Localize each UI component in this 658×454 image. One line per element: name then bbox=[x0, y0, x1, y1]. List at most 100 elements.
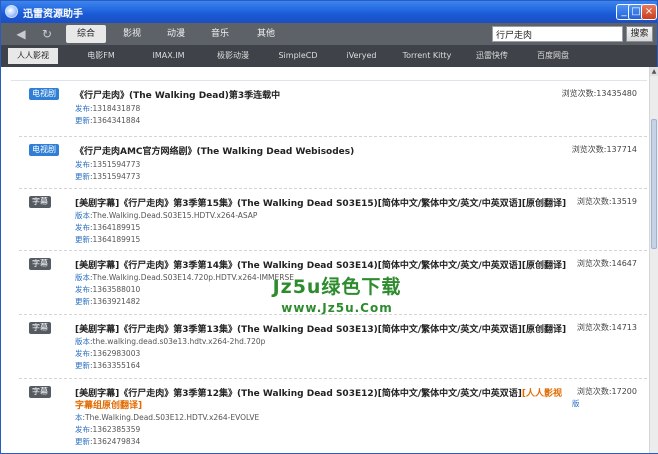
view-count: 浏览次数:13435480 bbox=[561, 89, 637, 98]
tab-movies[interactable]: 影视 bbox=[112, 25, 152, 43]
update-label: 更新 bbox=[75, 437, 90, 446]
version-line: 本:The.Walking.Dead.S03E12.HDTV.x264-EVOL… bbox=[75, 412, 259, 423]
publish-label: 发布 bbox=[75, 285, 90, 294]
publish-value: :1362983003 bbox=[90, 349, 141, 358]
publish-line: 发布:1364189915 bbox=[75, 222, 140, 233]
source-tab-rrys[interactable]: 人人影视 bbox=[8, 48, 58, 64]
item-title[interactable]: 《行尸走肉》(The Walking Dead)第3季连载中 bbox=[75, 88, 280, 101]
results-panel: 电视剧 《行尸走肉》(The Walking Dead)第3季连载中 浏览次数:… bbox=[1, 67, 649, 453]
version-value: :the.walking.dead.s03e13.hdtv.x264-2hd.7… bbox=[90, 337, 266, 346]
item-title-line2: 字幕组原创翻译] bbox=[75, 401, 143, 411]
publish-label: 发布 bbox=[75, 160, 90, 169]
view-count: 浏览次数:14647 bbox=[576, 259, 637, 268]
version-label: 版本 bbox=[75, 337, 90, 346]
update-label: 更新 bbox=[75, 235, 90, 244]
search-button[interactable]: 搜索 bbox=[626, 26, 653, 42]
publish-line: 发布:1318431878 bbox=[75, 103, 140, 114]
update-value: :1362479834 bbox=[90, 437, 141, 446]
back-arrow-icon[interactable]: ◀ bbox=[12, 25, 30, 43]
update-line: 更新:1364341884 bbox=[75, 115, 140, 126]
update-value: :1364341884 bbox=[90, 116, 141, 125]
source-tab-baidu[interactable]: 百度网盘 bbox=[530, 48, 576, 64]
item-title[interactable]: [美剧字幕]《行尸走肉》第3季第12集》(The Walking Dead S0… bbox=[75, 386, 562, 399]
list-item[interactable]: 字幕 [美剧字幕]《行尸走肉》第3季第12集》(The Walking Dead… bbox=[19, 379, 647, 453]
list-item[interactable]: 电视剧 《行尸走肉》(The Walking Dead)第3季连载中 浏览次数:… bbox=[19, 81, 647, 137]
scroll-up-icon[interactable]: ▲ bbox=[650, 67, 658, 76]
publish-value: :1363588010 bbox=[90, 285, 141, 294]
category-badge: 字幕 bbox=[29, 258, 51, 270]
source-tab-dianyingfm[interactable]: 电影FM bbox=[81, 48, 121, 64]
source-tab-iveryed[interactable]: iVeryed bbox=[339, 48, 384, 64]
app-logo-icon bbox=[5, 5, 18, 18]
category-badge: 字幕 bbox=[29, 386, 51, 398]
update-value: :1363355164 bbox=[90, 361, 141, 370]
category-badge: 字幕 bbox=[29, 196, 51, 208]
version-suffix: 版 bbox=[572, 399, 580, 408]
watermark-main: Jz5u绿色下载 bbox=[272, 276, 402, 298]
source-tab-imax[interactable]: IMAX.IM bbox=[146, 48, 191, 64]
toolbar: ◀ ↻ 综合 影视 动漫 音乐 其他 搜索 bbox=[1, 23, 657, 45]
app-window: 迅雷资源助手 _ □ × ◀ ↻ 综合 影视 动漫 音乐 其他 搜索 人人影视 … bbox=[0, 0, 658, 454]
view-count: 浏览次数:137714 bbox=[571, 145, 637, 154]
item-title[interactable]: [美剧字幕]《行尸走肉》第3季第14集》(The Walking Dead S0… bbox=[75, 258, 566, 271]
tab-general[interactable]: 综合 bbox=[66, 25, 106, 43]
title-bar: 迅雷资源助手 _ □ × bbox=[1, 1, 657, 23]
update-label: 更新 bbox=[75, 116, 90, 125]
version-label: 版本 bbox=[75, 211, 90, 220]
source-tab-torrentkitty[interactable]: Torrent Kitty bbox=[397, 48, 457, 64]
update-line: 更新:1363921482 bbox=[75, 296, 140, 307]
publish-label: 发布 bbox=[75, 223, 90, 232]
source-tabs: 人人影视 电影FM IMAX.IM 极影动漫 SimpleCD iVeryed … bbox=[1, 45, 657, 67]
close-button[interactable]: × bbox=[641, 4, 657, 20]
view-count: 浏览次数:17200 bbox=[576, 387, 637, 396]
item-title[interactable]: [美剧字幕]《行尸走肉》第3季第13集》(The Walking Dead S0… bbox=[75, 322, 566, 335]
publish-label: 发布 bbox=[75, 104, 90, 113]
refresh-icon[interactable]: ↻ bbox=[38, 25, 56, 43]
update-line: 更新:1364189915 bbox=[75, 234, 140, 245]
list-item[interactable]: 字幕 [美剧字幕]《行尸走肉》第3季第15集》(The Walking Dead… bbox=[19, 189, 647, 251]
publish-line: 发布:1362983003 bbox=[75, 348, 140, 359]
publish-label: 发布 bbox=[75, 349, 90, 358]
update-value: :1363921482 bbox=[90, 297, 141, 306]
scroll-thumb[interactable] bbox=[651, 119, 657, 249]
version-value: :The.Walking.Dead.S03E15.HDTV.x264-ASAP bbox=[90, 211, 258, 220]
version-label: 本 bbox=[75, 413, 83, 422]
category-badge: 电视剧 bbox=[29, 144, 59, 156]
item-title[interactable]: [美剧字幕]《行尸走肉》第3季第15集》(The Walking Dead S0… bbox=[75, 196, 566, 209]
publish-value: :1362385359 bbox=[90, 425, 141, 434]
view-count: 浏览次数:13519 bbox=[576, 197, 637, 206]
publish-value: :1364189915 bbox=[90, 223, 141, 232]
source-tab-xunlei[interactable]: 迅雷快传 bbox=[470, 48, 514, 64]
item-title[interactable]: 《行尸走肉AMC官方网络剧》(The Walking Dead Webisode… bbox=[75, 144, 354, 157]
vertical-scrollbar[interactable]: ▲ bbox=[649, 67, 658, 453]
item-title-highlight: [人人影视 bbox=[521, 389, 562, 399]
watermark: Jz5u绿色下载 www.Jz5u.Com bbox=[237, 272, 437, 315]
update-value: :1364189915 bbox=[90, 235, 141, 244]
tab-other[interactable]: 其他 bbox=[246, 25, 286, 43]
publish-line: 发布:1351594773 bbox=[75, 159, 140, 170]
search-input[interactable] bbox=[492, 26, 623, 42]
update-line: 更新:1362479834 bbox=[75, 436, 140, 447]
publish-value: :1318431878 bbox=[90, 104, 141, 113]
tab-music[interactable]: 音乐 bbox=[200, 25, 240, 43]
list-item[interactable]: 字幕 [美剧字幕]《行尸走肉》第3季第13集》(The Walking Dead… bbox=[19, 315, 647, 379]
update-label: 更新 bbox=[75, 297, 90, 306]
update-label: 更新 bbox=[75, 172, 90, 181]
publish-value: :1351594773 bbox=[90, 160, 141, 169]
version-line: 版本:the.walking.dead.s03e13.hdtv.x264-2hd… bbox=[75, 336, 265, 347]
results-list: 电视剧 《行尸走肉》(The Walking Dead)第3季连载中 浏览次数:… bbox=[11, 80, 647, 453]
version-value: :The.Walking.Dead.S03E12.HDTV.x264-EVOLV… bbox=[82, 413, 260, 422]
update-value: :1351594773 bbox=[90, 172, 141, 181]
list-item[interactable]: 电视剧 《行尸走肉AMC官方网络剧》(The Walking Dead Webi… bbox=[19, 137, 647, 189]
source-tab-simplecd[interactable]: SimpleCD bbox=[273, 48, 323, 64]
category-badge: 电视剧 bbox=[29, 88, 59, 100]
view-count: 浏览次数:14713 bbox=[576, 323, 637, 332]
publish-label: 发布 bbox=[75, 425, 90, 434]
window-title: 迅雷资源助手 bbox=[23, 9, 83, 20]
tab-anime[interactable]: 动漫 bbox=[156, 25, 196, 43]
category-badge: 字幕 bbox=[29, 322, 51, 334]
update-line: 更新:1351594773 bbox=[75, 171, 140, 182]
publish-line: 发布:1362385359 bbox=[75, 424, 140, 435]
version-line: 版本:The.Walking.Dead.S03E15.HDTV.x264-ASA… bbox=[75, 210, 257, 221]
source-tab-jiying[interactable]: 极影动漫 bbox=[208, 48, 258, 64]
